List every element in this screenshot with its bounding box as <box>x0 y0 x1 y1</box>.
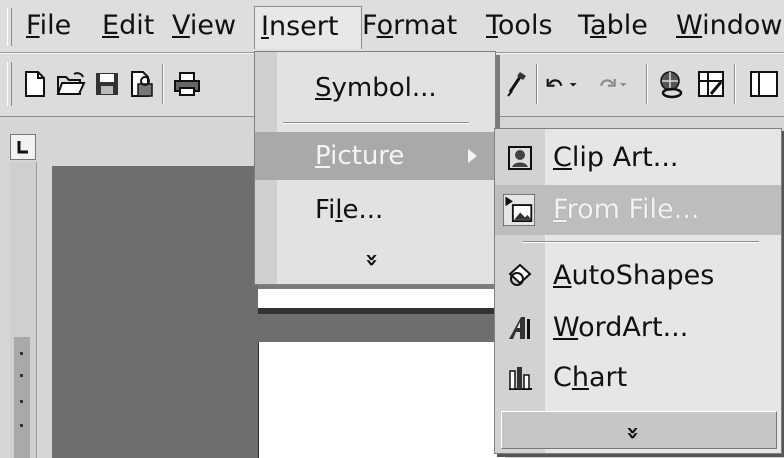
menu-file[interactable]: File <box>20 6 77 46</box>
permission-icon[interactable] <box>124 67 158 101</box>
submenu-expand[interactable]: » <box>501 411 777 449</box>
menu-item-label: From File... <box>553 194 700 225</box>
menu-item-file[interactable]: File... <box>255 186 495 234</box>
menu-item-symbol[interactable]: Symbol... <box>255 64 495 112</box>
menu-separator <box>523 241 759 243</box>
tab-selector[interactable] <box>10 134 36 160</box>
menu-item-picture[interactable]: Picture <box>255 132 495 180</box>
toolbar-separator <box>734 64 736 104</box>
clip-art-icon <box>508 146 532 170</box>
menu-item-label: WordArt... <box>553 312 689 343</box>
document-map-icon[interactable] <box>744 67 784 101</box>
menu-item-label: Chart <box>553 362 628 393</box>
menu-item-label: Picture <box>315 141 405 171</box>
wordart-icon <box>509 317 530 339</box>
from-file-picture-icon <box>503 194 535 226</box>
menu-view[interactable]: View <box>166 6 242 46</box>
menubar-grip[interactable] <box>7 8 12 46</box>
menu-item-wordart[interactable]: WordArt... <box>495 303 781 353</box>
redo-icon[interactable] <box>596 67 630 101</box>
menu-item-label: File... <box>315 195 384 225</box>
chevron-down-icon: » <box>359 252 385 262</box>
menu-item-chart[interactable]: Chart <box>495 353 781 403</box>
new-document-icon[interactable] <box>18 67 52 101</box>
chevron-down-icon: » <box>620 425 646 435</box>
document-page[interactable] <box>258 288 504 314</box>
ruler-tick <box>20 400 23 403</box>
insert-menu: Symbol... Picture File... » <box>254 51 496 285</box>
toolbar-separator <box>646 64 648 104</box>
menu-edit[interactable]: Edit <box>96 6 160 46</box>
undo-icon[interactable] <box>546 67 580 101</box>
menu-window[interactable]: Window <box>670 6 784 46</box>
toolbar-separator <box>162 64 164 104</box>
menu-bar: File Edit View Insert Format Tools Table… <box>0 0 784 53</box>
picture-submenu: Clip Art... From File... AutoShapes Word… <box>494 128 782 454</box>
menu-item-label: Clip Art... <box>553 142 679 173</box>
save-disk-icon[interactable] <box>90 67 124 101</box>
menu-separator <box>283 122 469 124</box>
ruler-tick <box>20 374 23 377</box>
chart-icon <box>509 367 532 390</box>
ruler-tick <box>20 424 23 427</box>
menu-format[interactable]: Format <box>356 6 463 46</box>
tables-borders-icon[interactable] <box>694 67 728 101</box>
print-icon[interactable] <box>170 67 204 101</box>
menu-item-autoshapes[interactable]: AutoShapes <box>495 251 781 301</box>
submenu-arrow-icon <box>468 149 477 163</box>
menu-item-label: Symbol... <box>315 73 437 103</box>
hyperlink-icon[interactable] <box>654 67 688 101</box>
autoshapes-icon <box>508 263 532 286</box>
document-page[interactable] <box>258 342 505 458</box>
format-painter-icon[interactable] <box>500 67 534 101</box>
toolbar-separator <box>536 64 538 104</box>
vertical-ruler[interactable] <box>10 162 37 458</box>
menu-item-clip-art[interactable]: Clip Art... <box>495 133 781 183</box>
ruler-tick <box>20 352 23 355</box>
ruler-margin <box>14 337 30 458</box>
menu-tools[interactable]: Tools <box>480 6 559 46</box>
menu-item-label: AutoShapes <box>553 260 715 291</box>
menu-expand[interactable]: » <box>255 238 495 278</box>
toolbar-grip[interactable] <box>7 62 12 106</box>
menu-insert[interactable]: Insert <box>254 6 362 49</box>
open-folder-icon[interactable] <box>54 67 88 101</box>
menu-item-from-file[interactable]: From File... <box>495 185 781 235</box>
menu-table[interactable]: Table <box>572 6 654 46</box>
